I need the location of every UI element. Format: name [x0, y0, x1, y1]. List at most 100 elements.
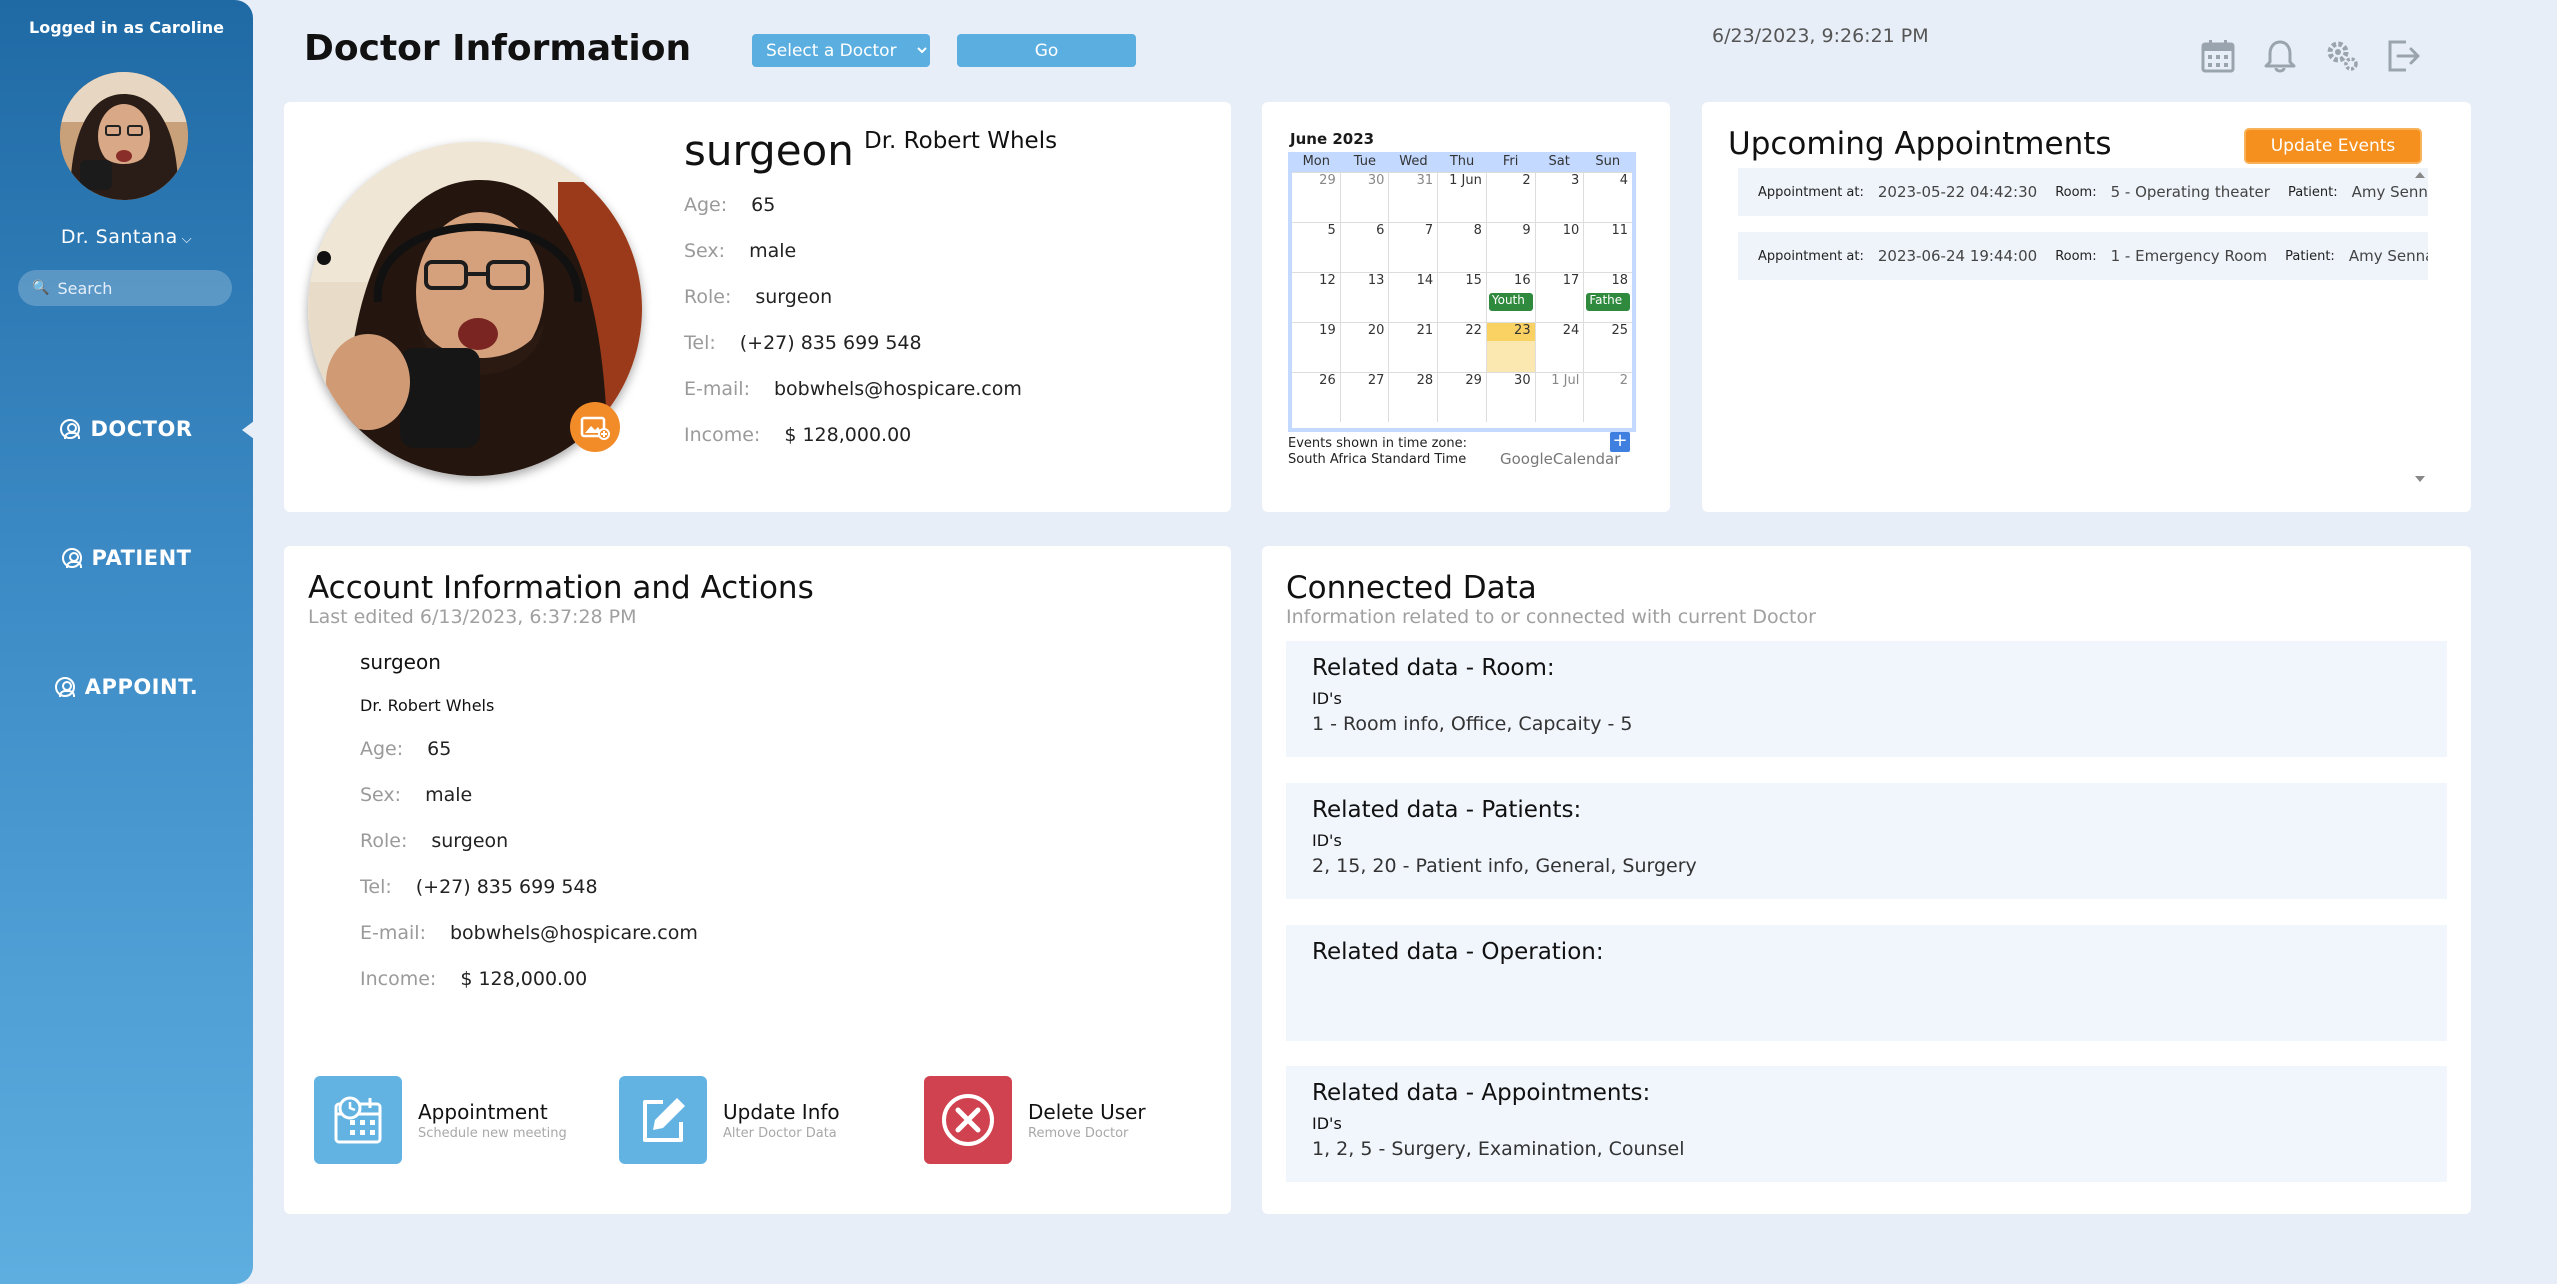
scroll-down-arrow-icon[interactable]	[2415, 476, 2425, 482]
update-events-button[interactable]: Update Events	[2244, 128, 2422, 164]
profile-tel: Tel: (+27) 835 699 548	[684, 332, 922, 354]
calendar-day[interactable]: 8	[1437, 223, 1486, 272]
calendar-day[interactable]: 12	[1292, 273, 1340, 322]
calendar-event[interactable]: Youth	[1488, 293, 1533, 311]
nav-doctor[interactable]: DOCTOR	[0, 417, 253, 441]
scroll-up-arrow-icon[interactable]	[2415, 172, 2425, 178]
search-input[interactable]	[57, 278, 228, 298]
delete-user-button[interactable]: Delete User Remove Doctor	[924, 1076, 1146, 1164]
calendar-day[interactable]: 19	[1292, 323, 1340, 372]
field-value: $ 128,000.00	[784, 424, 912, 446]
search-icon: 🔍	[32, 280, 50, 296]
room-label: Room:	[2055, 184, 2097, 200]
calendar-day[interactable]: 4	[1583, 173, 1632, 222]
field-label: Tel:	[684, 332, 716, 354]
field-value: 65	[751, 194, 776, 216]
calendar-day[interactable]: 20	[1339, 323, 1389, 372]
field-label: Role:	[684, 286, 732, 308]
calendar-day[interactable]: 22	[1437, 323, 1486, 372]
calendar-day-with-event[interactable]: 16 Youth	[1485, 273, 1535, 322]
nav-patient-label: PATIENT	[91, 546, 192, 570]
nav-patient[interactable]: PATIENT	[0, 546, 253, 570]
field-value: bobwhels@hospicare.com	[449, 922, 698, 944]
calendar-day[interactable]: 13	[1339, 273, 1389, 322]
room-value: 5 - Operating theater	[2110, 183, 2270, 201]
user-circle-icon	[60, 419, 81, 439]
calendar-day-with-event[interactable]: 18 Fathe	[1583, 273, 1632, 322]
settings-icon[interactable]	[2324, 38, 2360, 74]
field-label: Sex:	[360, 784, 402, 806]
connected-data-card: Connected Data Information related to or…	[1262, 546, 2471, 1214]
calendar-day[interactable]: 27	[1339, 373, 1389, 422]
calendar-day[interactable]: 3	[1534, 173, 1584, 222]
logout-icon[interactable]	[2386, 38, 2422, 74]
calendar-day[interactable]: 31	[1388, 173, 1438, 222]
add-to-calendar-icon[interactable]: +	[1610, 432, 1630, 452]
calendar-card: June 2023 Mon Tue Wed Thu Fri Sat Sun 29…	[1262, 102, 1670, 512]
calendar-day-today[interactable]: 23	[1485, 323, 1535, 372]
calendar-day[interactable]: 1 Jun	[1437, 173, 1486, 222]
go-button[interactable]: Go	[957, 34, 1136, 67]
user-avatar[interactable]	[60, 72, 188, 200]
bell-icon[interactable]	[2262, 38, 2298, 74]
appointment-item[interactable]: Appointment at: 2023-05-22 04:42:30 Room…	[1738, 168, 2428, 216]
field-value: surgeon	[755, 286, 833, 308]
update-info-button[interactable]: Update Info Alter Doctor Data	[619, 1076, 840, 1164]
timezone-line1: Events shown in time zone:	[1288, 436, 1467, 451]
day-number: 18	[1611, 273, 1629, 288]
field-value: bobwhels@hospicare.com	[773, 378, 1022, 400]
calendar-day[interactable]: 2	[1485, 173, 1535, 222]
day-number: 23	[1514, 323, 1531, 338]
calendar-day[interactable]: 25	[1583, 323, 1632, 372]
profile-sex: Sex: male	[684, 240, 796, 262]
calendar-day[interactable]: 28	[1388, 373, 1437, 422]
account-info-card: Account Information and Actions Last edi…	[284, 546, 1231, 1214]
related-value: 1 - Room info, Office, Capcaity - 5	[1312, 713, 1633, 735]
calendar-day[interactable]: 2	[1583, 373, 1633, 422]
appointment-at-label: Appointment at:	[1758, 248, 1864, 264]
ids-label: ID's	[1312, 689, 1342, 708]
calendar-icon[interactable]	[2200, 38, 2236, 74]
calendar-day[interactable]: 14	[1388, 273, 1437, 322]
calendar-day[interactable]: 30	[1339, 173, 1389, 222]
user-name: Dr. Santana	[60, 226, 178, 248]
calendar-day[interactable]: 10	[1534, 223, 1584, 272]
appointments-scrollbar[interactable]	[2413, 168, 2427, 488]
calendar-day[interactable]: 24	[1534, 323, 1584, 372]
user-menu[interactable]: Dr. Santana ⌵	[0, 226, 253, 248]
account-title: Account Information and Actions	[308, 570, 814, 606]
calendar-day[interactable]: 5	[1292, 223, 1340, 272]
change-photo-button[interactable]	[570, 402, 620, 452]
sidebar: Logged in as Caroline Dr. Santana⌵ 🔍 DOC…	[0, 0, 254, 1284]
schedule-appointment-button[interactable]: Appointment Schedule new meeting	[314, 1076, 567, 1164]
appointment-item[interactable]: Appointment at: 2023-06-24 19:44:00 Room…	[1738, 232, 2428, 280]
calendar-day[interactable]: 29	[1437, 373, 1486, 422]
calendar-day[interactable]: 30	[1485, 373, 1535, 422]
calendar-day[interactable]: 1 Jul	[1534, 373, 1584, 422]
calendar-day[interactable]: 15	[1437, 273, 1486, 322]
calendar-day[interactable]: 26	[1292, 373, 1340, 422]
calendar-week: 26 27 28 29 30 1 Jul 2	[1292, 372, 1633, 422]
calendar-day[interactable]: 6	[1339, 223, 1389, 272]
nav-appointments[interactable]: APPOINT.	[0, 675, 253, 699]
doctor-select[interactable]: Select a Doctor	[752, 34, 930, 67]
google-calendar-logo[interactable]: GoogleCalendar	[1500, 450, 1620, 468]
calendar-day[interactable]: 29	[1292, 173, 1340, 222]
doctor-role-heading: surgeon	[684, 126, 854, 175]
delete-action-icon	[924, 1076, 1012, 1164]
related-patients-section: Related data - Patients: ID's 2, 15, 20 …	[1286, 783, 2447, 899]
calendar-day[interactable]: 21	[1388, 323, 1437, 372]
calendar-day[interactable]: 11	[1583, 223, 1632, 272]
edit-icon	[643, 1098, 685, 1142]
last-edited: Last edited 6/13/2023, 6:37:28 PM	[308, 606, 637, 628]
calendar-day[interactable]: 9	[1485, 223, 1535, 272]
calendar-day[interactable]: 17	[1534, 273, 1584, 322]
appointments-list[interactable]: Appointment at: 2023-05-22 04:42:30 Room…	[1738, 168, 2438, 488]
calendar-week: 5 6 7 8 9 10 11	[1292, 222, 1632, 272]
calendar-event[interactable]: Fathe	[1586, 293, 1631, 311]
section-title: Related data - Patients:	[1312, 797, 1582, 823]
current-datetime: 6/23/2023, 9:26:21 PM	[1712, 25, 1929, 47]
field-label: Income:	[684, 424, 761, 446]
calendar-day[interactable]: 7	[1388, 223, 1437, 272]
action-label: Appointment	[418, 1099, 548, 1124]
